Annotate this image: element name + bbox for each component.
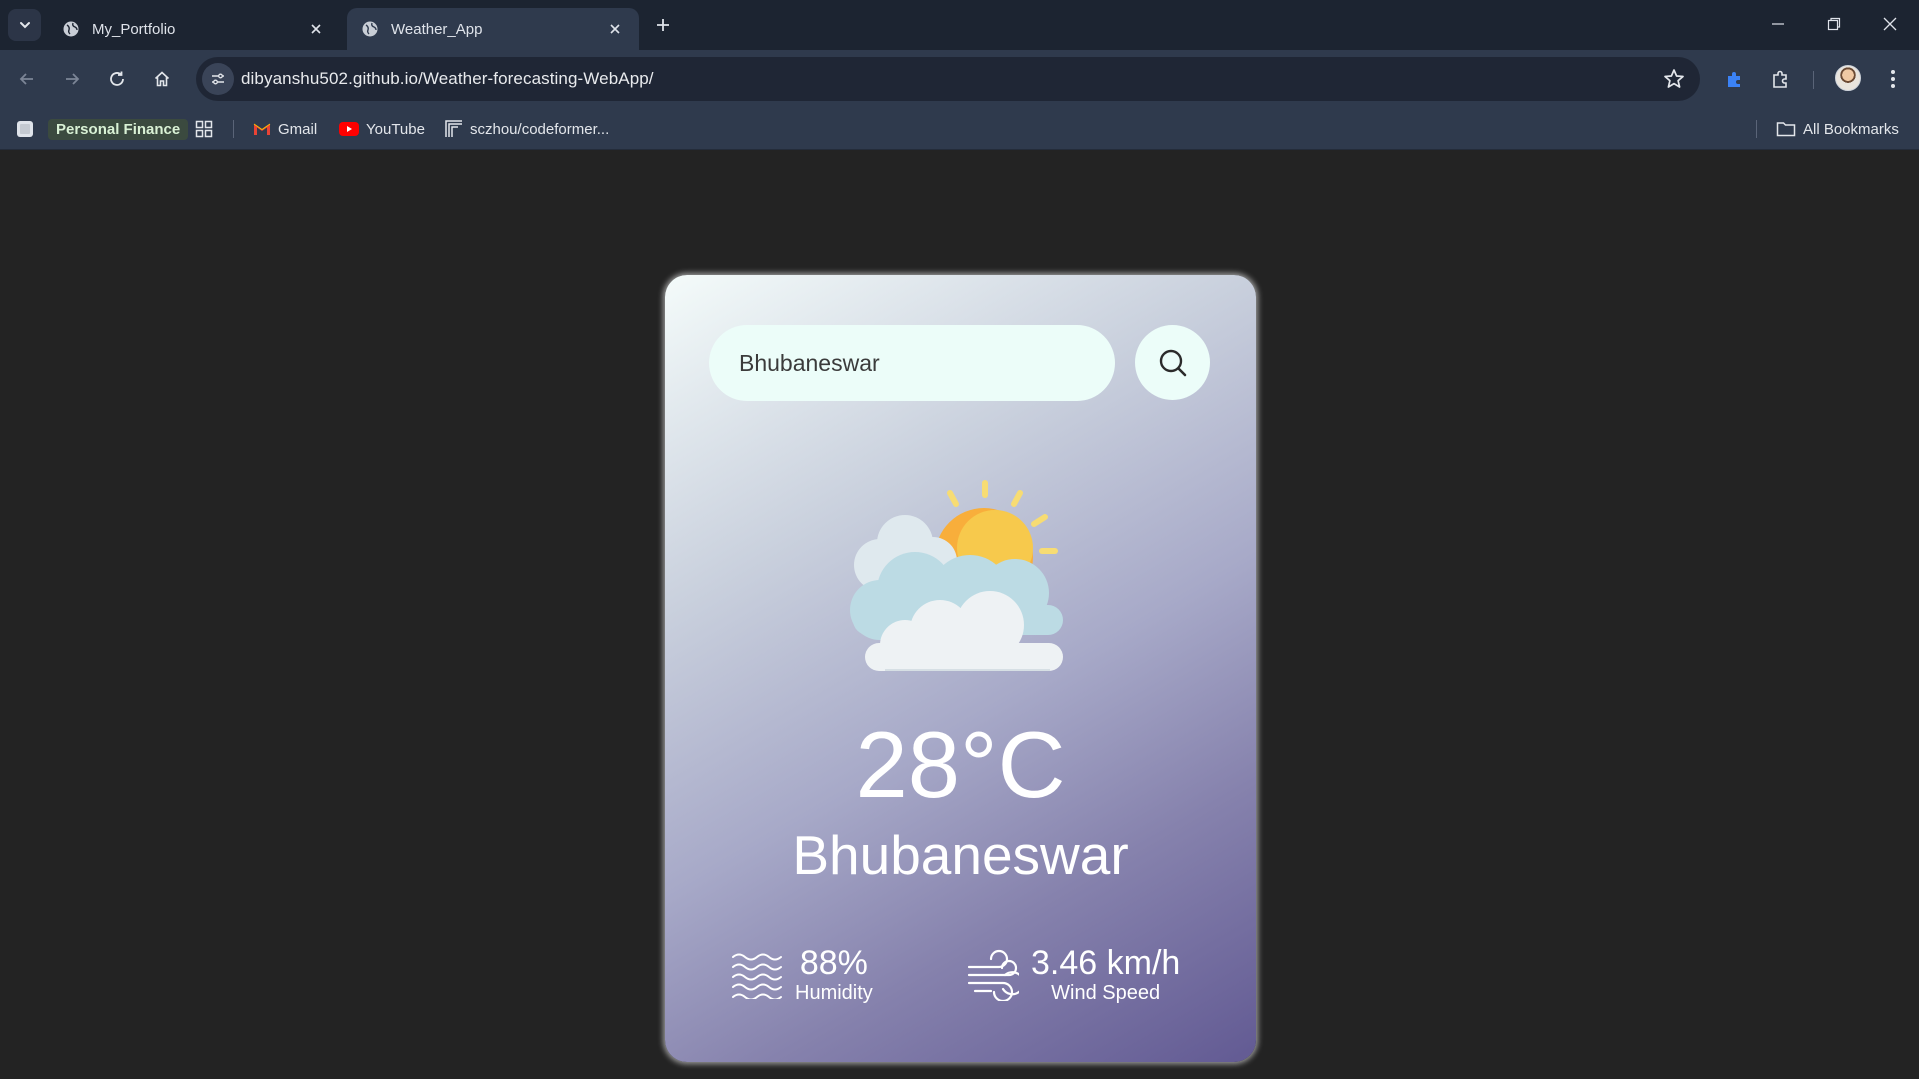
globe-icon xyxy=(63,21,79,37)
minimize-button[interactable] xyxy=(1750,0,1806,48)
tab-title: My_Portfolio xyxy=(92,20,176,38)
bookmarks-bar: Personal Finance Gmail YouTube sczhou/co… xyxy=(0,108,1919,150)
city-search-input[interactable] xyxy=(709,325,1115,401)
extensions-icon xyxy=(1773,70,1787,88)
minimize-icon xyxy=(1772,23,1784,25)
humidity-text: 88% Humidity xyxy=(795,945,873,1005)
bookmark-divider xyxy=(233,120,234,138)
toolbar-divider xyxy=(1813,71,1814,89)
globe-icon xyxy=(362,21,378,37)
close-window-button[interactable] xyxy=(1862,0,1918,48)
arrow-right-icon xyxy=(66,73,80,85)
plus-icon xyxy=(657,19,669,31)
temperature-value: 28°C xyxy=(855,712,1066,817)
folder-icon xyxy=(1776,122,1796,137)
weather-card: 28°C Bhubaneswar 88% Humidity xyxy=(665,275,1256,1062)
back-button[interactable] xyxy=(10,62,44,96)
extension-pinned-button[interactable] xyxy=(1718,62,1752,96)
browser-toolbar: dibyanshu502.github.io/Weather-forecasti… xyxy=(0,50,1919,108)
wind-label: Wind Speed xyxy=(1051,982,1161,1004)
bookmark-youtube[interactable]: YouTube xyxy=(339,117,425,141)
bookmark-codeformer[interactable]: sczhou/codeformer... xyxy=(445,117,609,141)
forward-button[interactable] xyxy=(55,62,89,96)
bookmark-label: Personal Finance xyxy=(48,118,189,140)
bookmark-app-icon[interactable] xyxy=(16,117,34,141)
tab-search-button[interactable] xyxy=(8,9,41,41)
star-icon[interactable] xyxy=(1662,67,1686,91)
bookmark-personal-finance[interactable]: Personal Finance xyxy=(48,117,189,141)
reload-icon xyxy=(110,71,124,86)
site-info-button[interactable] xyxy=(202,63,234,95)
wind-value: 3.46 km/h xyxy=(1031,944,1181,982)
home-button[interactable] xyxy=(145,62,179,96)
humidity-detail: 88% Humidity xyxy=(731,945,873,1005)
close-icon[interactable] xyxy=(306,19,326,39)
profile-avatar[interactable] xyxy=(1835,65,1861,91)
puzzle-icon xyxy=(1728,72,1740,87)
all-bookmarks-button[interactable]: All Bookmarks xyxy=(1776,117,1899,141)
tab-weather-app[interactable]: Weather_App xyxy=(347,8,639,50)
apps-grid-icon xyxy=(195,120,213,138)
humidity-waves-icon xyxy=(732,953,782,999)
url-text[interactable]: dibyanshu502.github.io/Weather-forecasti… xyxy=(241,69,654,89)
close-icon[interactable] xyxy=(605,19,625,39)
search-button[interactable] xyxy=(1135,325,1210,400)
apps-button[interactable] xyxy=(195,117,213,141)
wind-detail: 3.46 km/h Wind Speed xyxy=(967,945,1180,1005)
tab-my-portfolio[interactable]: My_Portfolio xyxy=(48,8,340,50)
tab-title: Weather_App xyxy=(391,20,483,38)
new-tab-button[interactable] xyxy=(650,12,676,38)
bookmark-label: sczhou/codeformer... xyxy=(470,120,610,138)
bookmark-label: All Bookmarks xyxy=(1803,120,1899,138)
bookmark-divider xyxy=(1756,120,1757,138)
bookmark-label: YouTube xyxy=(366,120,425,138)
youtube-icon xyxy=(339,122,359,136)
more-vert-icon xyxy=(1891,70,1895,88)
bookmark-label: Gmail xyxy=(278,120,318,138)
gmail-icon xyxy=(253,123,271,135)
page-viewport: 28°C Bhubaneswar 88% Humidity xyxy=(0,151,1919,1079)
codeformer-icon xyxy=(445,120,462,137)
partly-cloudy-sun-icon xyxy=(850,480,1063,671)
reload-button[interactable] xyxy=(100,62,134,96)
browser-tab-strip: My_Portfolio Weather_App xyxy=(0,0,1919,50)
extensions-button[interactable] xyxy=(1764,62,1798,96)
address-bar[interactable]: dibyanshu502.github.io/Weather-forecasti… xyxy=(196,57,1700,101)
app-square-icon xyxy=(17,121,33,137)
humidity-label: Humidity xyxy=(795,982,873,1004)
tune-icon xyxy=(212,73,224,85)
humidity-value: 88% xyxy=(799,944,868,982)
menu-button[interactable] xyxy=(1876,62,1910,96)
wind-icon xyxy=(967,949,1019,1001)
chevron-down-icon xyxy=(19,22,30,29)
restore-icon xyxy=(1827,17,1841,31)
city-name: Bhubaneswar xyxy=(792,824,1129,886)
bookmark-gmail[interactable]: Gmail xyxy=(253,117,317,141)
search-icon xyxy=(1159,349,1186,376)
wind-text: 3.46 km/h Wind Speed xyxy=(1031,945,1180,1005)
restore-button[interactable] xyxy=(1806,0,1862,48)
arrow-left-icon xyxy=(19,73,33,85)
home-icon xyxy=(154,71,170,87)
close-icon xyxy=(1883,17,1897,31)
